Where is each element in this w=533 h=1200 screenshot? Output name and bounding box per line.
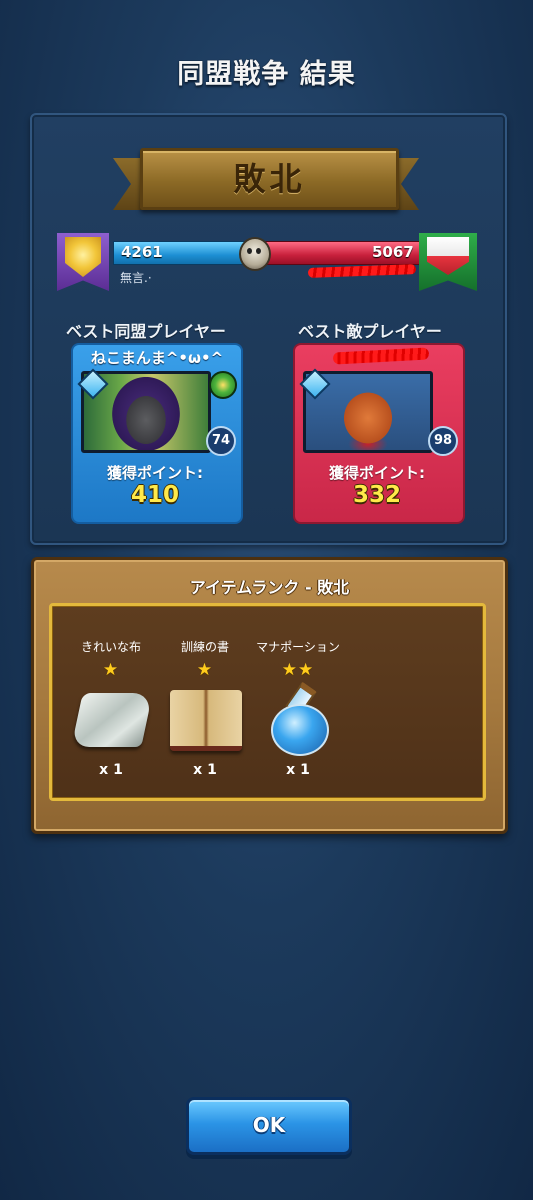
- skull-icon: [239, 237, 271, 271]
- ok-button[interactable]: OK: [186, 1097, 352, 1155]
- reward-item-quantity: x 1: [193, 762, 217, 778]
- ally-points-label: 獲得ポイント:: [107, 464, 203, 482]
- reward-item-name: マナポーション: [256, 640, 340, 654]
- best-enemy-heading: ベスト敵プレイヤー: [298, 322, 442, 341]
- enemy-score: 5067: [372, 243, 414, 261]
- reward-item-stars: ★★: [281, 660, 315, 680]
- book-icon[interactable]: [170, 690, 242, 751]
- reward-item-name: 訓練の書: [180, 640, 229, 654]
- cloth-icon[interactable]: [71, 693, 153, 747]
- ally-points-value: 410: [130, 482, 179, 508]
- potion-icon[interactable]: [271, 704, 329, 756]
- reward-title: アイテムランク - 敗北: [189, 578, 350, 597]
- result-banner: 敗北: [140, 148, 399, 210]
- reward-item-stars: ★: [102, 660, 120, 680]
- reward-item-name: きれいな布: [80, 640, 141, 654]
- nature-class-icon: [209, 371, 237, 399]
- reward-item-stars: ★: [196, 660, 214, 680]
- screen-title: 同盟戦争 結果: [177, 59, 356, 90]
- ally-hero-level: 74: [206, 426, 236, 456]
- best-ally-heading: ベスト同盟プレイヤー: [66, 322, 226, 341]
- enemy-hero-level: 98: [428, 426, 458, 456]
- enemy-points-label: 獲得ポイント:: [329, 464, 425, 482]
- reward-item-quantity: x 1: [99, 762, 123, 778]
- reward-item-quantity: x 1: [286, 762, 310, 778]
- enemy-points-value: 332: [352, 482, 401, 508]
- ally-alliance-name: 無言.·: [120, 271, 152, 285]
- ally-score: 4261: [121, 243, 163, 261]
- best-ally-player-name: ねこまんま^•ω•^: [90, 349, 224, 367]
